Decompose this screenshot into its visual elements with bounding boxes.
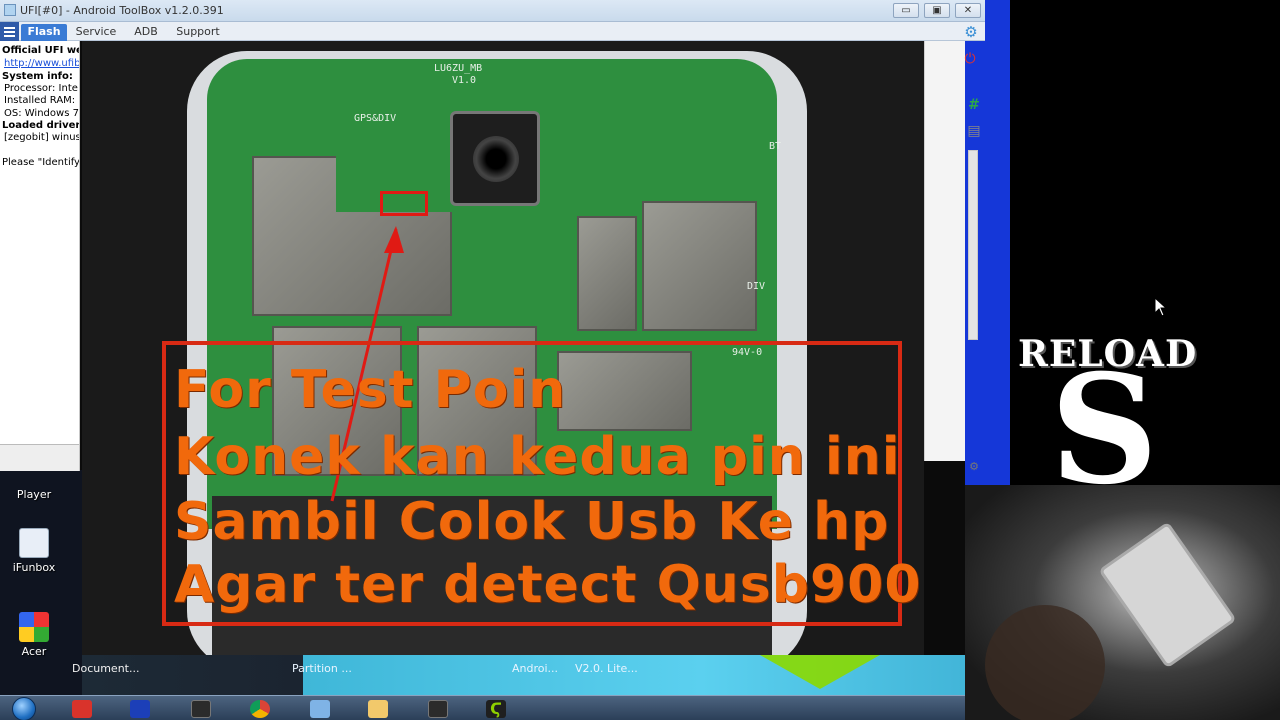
- brand-logo-letter: S: [1050, 342, 1159, 518]
- green-app-icon: Ϛ: [486, 700, 506, 718]
- taskbar-item[interactable]: [64, 698, 98, 720]
- gear-icon[interactable]: ⚙: [962, 23, 980, 41]
- taskbar-item[interactable]: [302, 698, 336, 720]
- hamburger-menu-icon[interactable]: [0, 22, 19, 41]
- desktop-icon-strip: Document... Partition ... Androi... V2.0…: [72, 655, 967, 695]
- desktop-strip-label[interactable]: Partition ...: [292, 662, 352, 675]
- desktop-icon-acer-label: Acer: [21, 645, 47, 658]
- title-bar[interactable]: UFI[#0] - Android ToolBox v1.2.0.391 ▭ ▣…: [0, 0, 985, 22]
- taskbar-item[interactable]: [420, 698, 454, 720]
- log-line: Please "Identify: [2, 157, 80, 168]
- window-title: UFI[#0] - Android ToolBox v1.2.0.391: [20, 4, 224, 17]
- computer-icon: [310, 700, 330, 718]
- taskbar-item[interactable]: [122, 698, 156, 720]
- webcam-feed: [965, 485, 1280, 720]
- log-link[interactable]: http://www.ufib: [4, 58, 79, 70]
- log-line: Official UFI wel: [2, 45, 80, 56]
- acer-icon: [19, 612, 49, 642]
- instruction-line: Agar ter detect Qusb9008: [174, 555, 924, 615]
- start-button[interactable]: [4, 696, 40, 720]
- taskbar: Ϛ: [0, 695, 965, 720]
- log-panel: Official UFI wel http://www.ufib System …: [0, 41, 80, 471]
- app-red-icon: [72, 700, 92, 718]
- desktop-icon-ifunbox-label: iFunbox: [12, 561, 56, 574]
- folder-icon: [368, 700, 388, 718]
- desktop-strip-label[interactable]: Document...: [72, 662, 139, 675]
- close-button[interactable]: ✕: [955, 3, 981, 18]
- tab-flash[interactable]: Flash: [21, 24, 67, 41]
- log-line: Installed RAM: 3: [4, 95, 80, 106]
- side-toolbar: [924, 41, 965, 461]
- pcb-photo: LU6ZU_MB V1.0 GPS&DIV BT DIV 94V-0 For T…: [82, 41, 924, 655]
- arrow-down-icon: [760, 655, 880, 689]
- phone-device-image: [1098, 521, 1237, 669]
- log-status-box: [0, 444, 79, 471]
- app-dark2-icon: [428, 700, 448, 718]
- app-icon: [4, 4, 16, 16]
- hash-icon[interactable]: #: [967, 98, 981, 112]
- log-line: [zegobit] winus: [4, 132, 80, 143]
- taskbar-item[interactable]: Ϛ: [478, 698, 512, 720]
- menu-bar: Flash Service ADB Support ⚙: [0, 22, 985, 41]
- log-line: System info:: [2, 71, 73, 82]
- desktop-strip-label[interactable]: Androi...: [512, 662, 558, 675]
- app-blue-icon: [130, 700, 150, 718]
- file-icon[interactable]: ▤: [967, 124, 981, 138]
- taskbar-item[interactable]: [183, 698, 217, 720]
- minimize-button[interactable]: ▭: [893, 3, 919, 18]
- instruction-line: Konek kan kedua pin ini: [174, 427, 901, 487]
- desktop-strip-label[interactable]: V2.0. Lite...: [575, 662, 638, 675]
- tab-adb[interactable]: ADB: [126, 24, 166, 41]
- taskbar-item[interactable]: [360, 698, 394, 720]
- tab-support[interactable]: Support: [172, 24, 224, 41]
- power-icon[interactable]: ⏻: [963, 52, 977, 66]
- log-line: Processor: Inte: [4, 83, 78, 94]
- instruction-line: Sambil Colok Usb Ke hp: [174, 492, 890, 552]
- log-line: OS: Windows 7: [4, 108, 79, 119]
- desktop-icon-acer[interactable]: Acer: [4, 612, 64, 658]
- desktop-icon-column: Player iFunbox Acer: [0, 470, 82, 695]
- app-dark-icon: [191, 700, 211, 718]
- tab-service[interactable]: Service: [72, 24, 120, 41]
- taskbar-item[interactable]: [242, 698, 276, 720]
- desktop-icon-ifunbox[interactable]: iFunbox: [4, 528, 64, 574]
- desktop-icon-player-label: Player: [16, 488, 52, 501]
- chrome-icon: [250, 700, 270, 718]
- settings-small-icon[interactable]: ⚙: [967, 460, 981, 474]
- instruction-line: For Test Poin: [174, 360, 567, 420]
- log-line: Loaded drivers: [2, 120, 80, 131]
- maximize-button[interactable]: ▣: [924, 3, 950, 18]
- mouse-cursor-icon: [1154, 296, 1168, 321]
- desktop-icon-player[interactable]: Player: [4, 488, 64, 501]
- start-orb-icon: [12, 697, 36, 720]
- side-scrollbar[interactable]: [968, 150, 978, 340]
- ifunbox-icon: [19, 528, 49, 558]
